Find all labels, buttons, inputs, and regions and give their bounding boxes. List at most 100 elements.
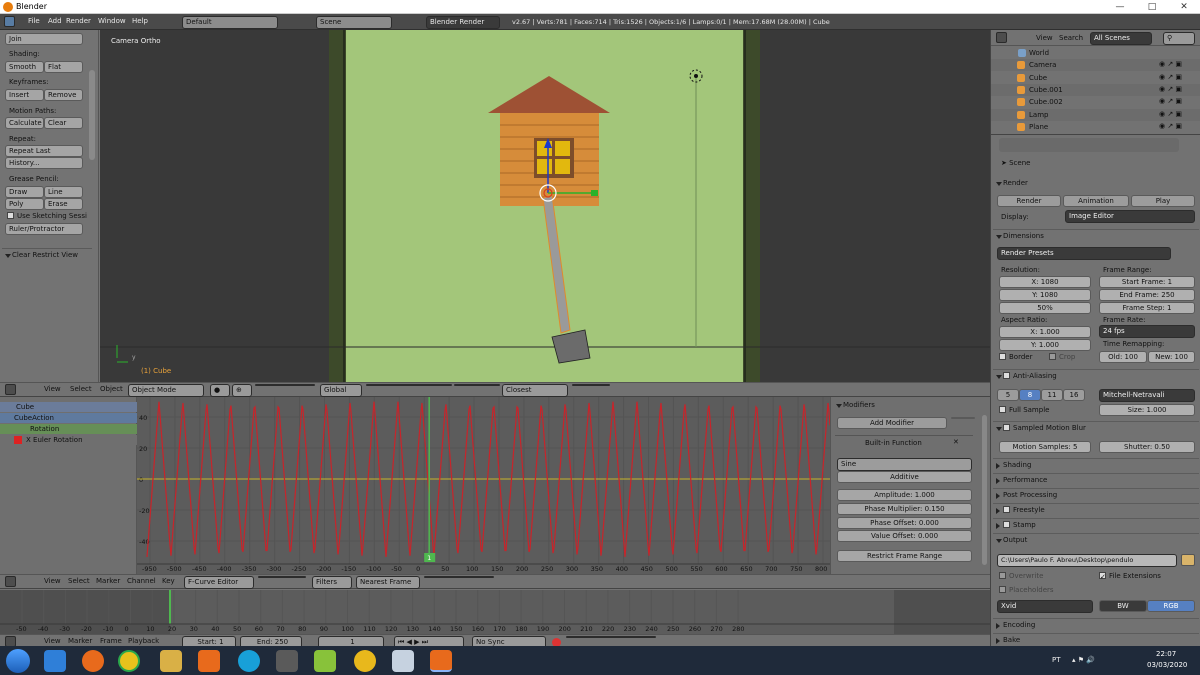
gp-poly-button[interactable]: Poly — [5, 198, 44, 210]
3d-viewport[interactable]: Camera Ortho y (1) Cube — [100, 30, 990, 382]
visibility-icons[interactable]: ◉ ↗ ▣ — [1159, 97, 1182, 105]
calculate-button[interactable]: Calculate — [5, 117, 44, 129]
join-button[interactable]: Join — [5, 33, 83, 45]
render-panel-header[interactable]: Render — [993, 177, 1199, 190]
remap-new-field[interactable]: New: 100 — [1148, 351, 1195, 363]
copy-paste-modifier-buttons[interactable] — [951, 417, 975, 419]
freestyle-panel-header[interactable]: Freestyle — [993, 503, 1199, 516]
crop-checkbox[interactable]: Crop — [1049, 353, 1075, 361]
outliner-item[interactable]: Cube ◉ ↗ ▣ — [991, 72, 1200, 84]
shading-panel-header[interactable]: Shading — [993, 458, 1199, 471]
bake-panel-header[interactable]: Bake — [993, 633, 1199, 646]
file-extensions-checkbox[interactable]: ✓ File Extensions — [1099, 572, 1161, 581]
filters-button[interactable]: Filters — [312, 576, 352, 589]
folder-icon[interactable] — [1181, 554, 1195, 566]
gp-draw-button[interactable]: Draw — [5, 186, 44, 198]
outliner-search-field[interactable]: ⚲ — [1163, 32, 1195, 45]
timeline-marker-menu[interactable]: Marker — [68, 637, 92, 645]
remove-keyframe-button[interactable]: Remove — [44, 89, 83, 101]
skype-icon[interactable] — [238, 650, 260, 672]
resolution-y-field[interactable]: Y: 1080 — [999, 289, 1091, 301]
editor-type-icon[interactable] — [996, 32, 1007, 43]
wifi-app-icon[interactable] — [314, 650, 336, 672]
graph-view-menu[interactable]: View — [44, 577, 61, 585]
editor-type-icon[interactable] — [5, 384, 16, 395]
history-button[interactable]: History... — [5, 157, 83, 169]
dimensions-panel-header[interactable]: Dimensions — [993, 229, 1199, 242]
built-in-function-header[interactable]: Built-in Function ✕ — [835, 435, 973, 449]
minimize-icon[interactable]: — — [1104, 0, 1136, 14]
motion-blur-panel-header[interactable]: Sampled Motion Blur — [993, 421, 1199, 434]
properties-context-tabs[interactable] — [999, 138, 1179, 152]
render-presets-select[interactable]: Render Presets — [997, 247, 1171, 260]
start-button-icon[interactable] — [6, 649, 30, 673]
fcurve-graph[interactable]: 40 20 0 -20 -40 -950 -500 -450 -400 -350 -300 -250-… — [137, 397, 830, 574]
select-menu[interactable]: Select — [70, 385, 92, 393]
overwrite-checkbox[interactable]: Overwrite — [999, 572, 1043, 580]
outliner-item[interactable]: World — [991, 47, 1200, 59]
toolshelf-scrollbar[interactable] — [89, 70, 95, 160]
scene-select[interactable]: Scene — [316, 16, 392, 29]
visibility-icons[interactable]: ◉ ↗ ▣ — [1159, 73, 1182, 81]
render-preview-buttons[interactable] — [572, 384, 610, 386]
clear-button[interactable]: Clear — [44, 117, 83, 129]
calculator-icon[interactable] — [392, 650, 414, 672]
stamp-panel-header[interactable]: Stamp — [993, 518, 1199, 531]
aa-samples-8[interactable]: 8 — [1019, 389, 1041, 401]
amplitude-field[interactable]: Amplitude: 1.000 — [837, 489, 972, 501]
editor-type-icon[interactable] — [4, 16, 15, 27]
maximize-icon[interactable]: □ — [1136, 0, 1168, 14]
add-modifier-button[interactable]: Add Modifier — [837, 417, 947, 429]
manipulator-buttons[interactable] — [255, 384, 315, 386]
aa-filter-select[interactable]: Mitchell-Netravali — [1099, 389, 1195, 402]
file-explorer-icon[interactable] — [160, 650, 182, 672]
outliner-item[interactable]: Plane ◉ ↗ ▣ — [991, 121, 1200, 133]
view-menu[interactable]: View — [44, 385, 61, 393]
motion-samples-field[interactable]: Motion Samples: 5 — [999, 441, 1091, 453]
output-panel-header[interactable]: Output — [993, 533, 1199, 546]
printer-icon[interactable] — [276, 650, 298, 672]
auto-snap-select[interactable]: Nearest Frame — [356, 576, 420, 589]
additive-toggle[interactable]: Additive — [837, 471, 972, 483]
layer-buttons[interactable] — [366, 384, 452, 386]
snap-toggles[interactable] — [454, 384, 500, 386]
function-type-select[interactable]: Sine — [837, 458, 972, 471]
graph-marker-menu[interactable]: Marker — [96, 577, 120, 585]
timeline-view-menu[interactable]: View — [44, 637, 61, 645]
color-rgb-button[interactable]: RGB — [1147, 600, 1195, 612]
phase-offset-field[interactable]: Phase Offset: 0.000 — [837, 517, 972, 529]
keyboard-language[interactable]: PT — [1052, 656, 1061, 664]
performance-panel-header[interactable]: Performance — [993, 473, 1199, 486]
outliner-item[interactable]: Lamp ◉ ↗ ▣ — [991, 108, 1200, 121]
menu-file[interactable]: File — [28, 17, 40, 25]
graph-toggle-buttons[interactable] — [258, 576, 306, 578]
encoding-panel-header[interactable]: Encoding — [993, 618, 1199, 631]
close-icon[interactable]: ✕ — [1168, 0, 1200, 14]
menu-help[interactable]: Help — [132, 17, 148, 25]
menu-add[interactable]: Add — [48, 17, 62, 25]
phase-multiplier-field[interactable]: Phase Multiplier: 0.150 — [837, 503, 972, 515]
gp-erase-button[interactable]: Erase — [44, 198, 83, 210]
anti-aliasing-panel-header[interactable]: Anti-Aliasing — [993, 369, 1199, 382]
aspect-y-field[interactable]: Y: 1.000 — [999, 339, 1091, 351]
value-offset-field[interactable]: Value Offset: 0.000 — [837, 530, 972, 542]
render-button[interactable]: Render — [997, 195, 1061, 207]
outliner-display-select[interactable]: All Scenes — [1090, 32, 1152, 45]
firefox-icon[interactable] — [82, 650, 104, 672]
pin-icon[interactable]: ➤ — [1001, 159, 1007, 167]
aa-size-field[interactable]: Size: 1.000 — [1099, 404, 1195, 416]
gp-line-button[interactable]: Line — [44, 186, 83, 198]
channel-action[interactable]: CubeAction — [0, 413, 137, 423]
frame-rate-select[interactable]: 24 fps — [1099, 325, 1195, 338]
insert-keyframe-button[interactable]: Insert — [5, 89, 44, 101]
snap-target-select[interactable]: Closest — [502, 384, 568, 397]
timeline-playback-menu[interactable]: Playback — [128, 637, 159, 645]
color-bw-button[interactable]: BW — [1099, 600, 1147, 612]
restrict-frame-range-panel[interactable]: Restrict Frame Range — [837, 550, 972, 562]
aspect-x-field[interactable]: X: 1.000 — [999, 326, 1091, 338]
end-frame-property[interactable]: End Frame: 250 — [1099, 289, 1195, 301]
visibility-icons[interactable]: ◉ ↗ ▣ — [1159, 122, 1182, 130]
file-format-select[interactable]: Xvid — [997, 600, 1093, 613]
smooth-button[interactable]: Smooth — [5, 61, 44, 73]
clock-date[interactable]: 03/03/2020 — [1147, 661, 1187, 669]
